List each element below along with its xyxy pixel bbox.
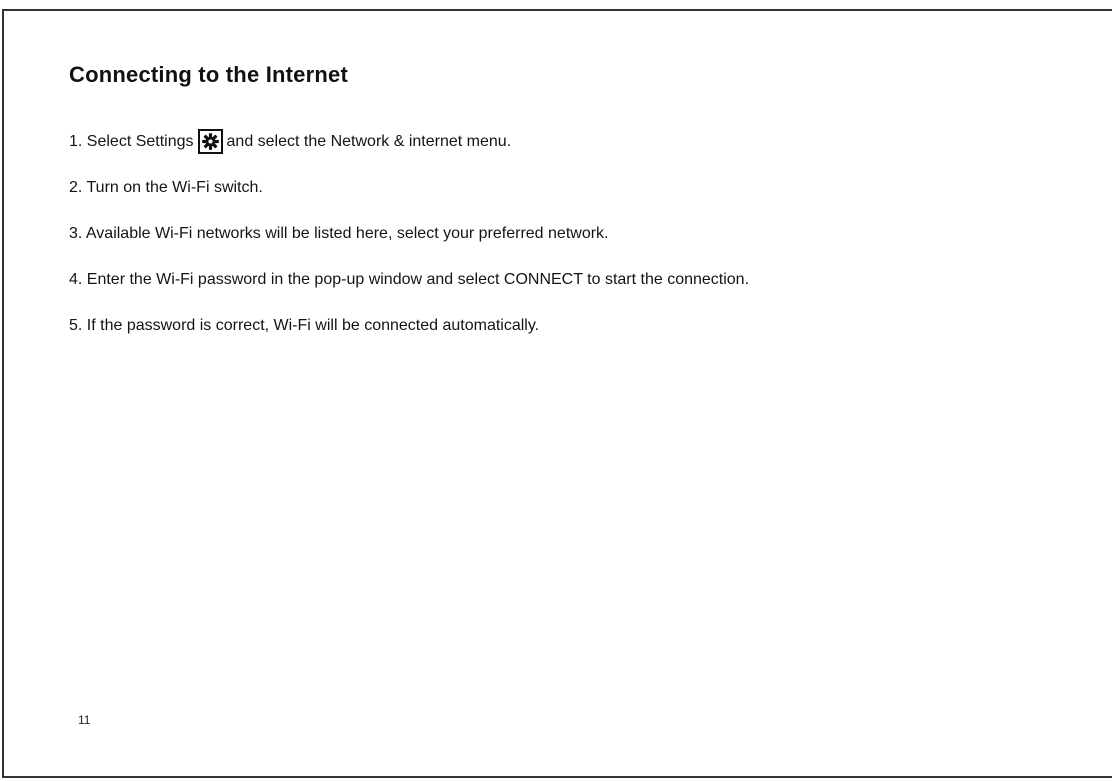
settings-gear-icon xyxy=(197,129,223,154)
step-5: 5. If the password is correct, Wi-Fi wil… xyxy=(69,312,749,358)
step-2-text: 2. Turn on the Wi-Fi switch. xyxy=(69,179,263,196)
step-3-text: 3. Available Wi-Fi networks will be list… xyxy=(69,225,609,242)
gear-icon xyxy=(201,133,219,150)
step-4-text: 4. Enter the Wi-Fi password in the pop-u… xyxy=(69,271,750,288)
page-number: 11 xyxy=(78,713,91,727)
step-2: 2. Turn on the Wi-Fi switch. xyxy=(69,174,749,220)
step-1-text-after-icon: and select the Network & internet menu. xyxy=(226,133,512,150)
instruction-list: 1. Select Settings and select the Networ… xyxy=(69,128,749,358)
page-title: Connecting to the Internet xyxy=(69,62,348,87)
step-1: 1. Select Settings and select the Networ… xyxy=(69,128,749,174)
step-5-text: 5. If the password is correct, Wi-Fi wil… xyxy=(69,317,540,334)
step-3: 3. Available Wi-Fi networks will be list… xyxy=(69,220,749,266)
step-1-text-before-icon: 1. Select Settings xyxy=(69,133,194,150)
step-4: 4. Enter the Wi-Fi password in the pop-u… xyxy=(69,266,749,312)
page-border xyxy=(2,9,1112,778)
